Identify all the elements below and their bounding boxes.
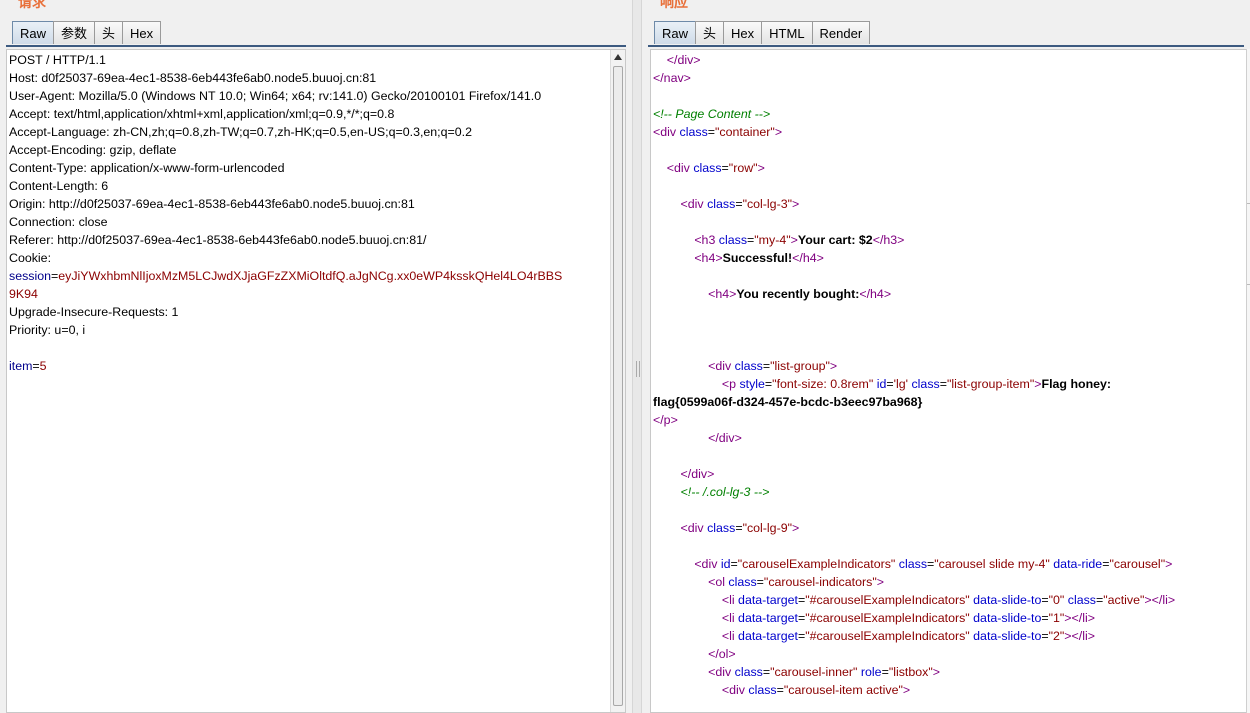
code-line: </nav> — [653, 71, 691, 85]
response-tab-html[interactable]: HTML — [761, 21, 813, 44]
request-line: POST / HTTP/1.1 — [9, 53, 106, 67]
request-line: Priority: u=0, i — [9, 323, 86, 337]
response-pane: 响应 Raw 头 Hex HTML Render </div> </nav> <… — [642, 0, 1250, 713]
code-line: <!-- /.col-lg-3 --> — [680, 485, 770, 499]
request-line: User-Agent: Mozilla/5.0 (Windows NT 10.0… — [9, 89, 542, 103]
code-line: <li data-target="#carouselExampleIndicat… — [721, 611, 1095, 625]
request-line: Content-Length: 6 — [9, 179, 109, 193]
request-line: Upgrade-Insecure-Requests: 1 — [9, 305, 179, 319]
response-tabs-underline — [648, 45, 1244, 47]
request-tab-raw[interactable]: Raw — [12, 21, 55, 44]
flag-line: flag{0599a06f-d324-457e-bcdc-b3eec97ba96… — [653, 393, 1233, 411]
cookie-key: session — [9, 269, 52, 283]
code-line: <div id="carouselExampleIndicators" clas… — [694, 557, 1173, 571]
code-line: <div class="col-lg-9"> — [680, 521, 800, 535]
code-line: </div> — [666, 53, 701, 67]
flag-value: flag{0599a06f-d324-457e-bcdc-b3eec97ba96… — [653, 395, 923, 409]
response-scroll-edge[interactable] — [1246, 49, 1250, 713]
code-line: <div class="container"> — [653, 125, 783, 139]
request-line: Content-Type: application/x-www-form-url… — [9, 161, 285, 175]
code-line: </p> — [653, 413, 678, 427]
code-line: <div class="col-lg-3"> — [680, 197, 800, 211]
body-key: item — [9, 359, 33, 373]
request-title: 请求 — [18, 0, 46, 10]
request-tab-headers[interactable]: 头 — [94, 21, 124, 44]
response-tab-hex[interactable]: Hex — [723, 21, 763, 44]
request-tabs-underline — [6, 45, 626, 47]
response-tabs: Raw 头 Hex HTML Render — [654, 21, 871, 45]
code-line: <p style="font-size: 0.8rem" id='lg' cla… — [721, 377, 1112, 391]
code-line: </div> — [680, 467, 715, 481]
scroll-up-arrow-icon[interactable] — [614, 54, 622, 60]
request-line: Origin: http://d0f25037-69ea-4ec1-8538-6… — [9, 197, 415, 211]
cookie-line: session=eyJiYWxhbmNlIjoxMzM5LCJwdXJjaGFz… — [9, 269, 563, 283]
code-line: </ol> — [708, 647, 736, 661]
code-line: <div class="carousel-item active"> — [721, 683, 911, 697]
code-line: <div class="list-group"> — [708, 359, 838, 373]
response-tab-raw[interactable]: Raw — [654, 21, 697, 44]
code-line: <li data-target="#carouselExampleIndicat… — [721, 593, 1176, 607]
request-tabs: Raw 参数 头 Hex — [12, 21, 162, 45]
code-line: <li data-target="#carouselExampleIndicat… — [721, 629, 1095, 643]
code-line: <!-- Page Content --> — [653, 107, 771, 121]
code-line: <div class="row"> — [666, 161, 765, 175]
request-line: Connection: close — [9, 215, 108, 229]
body-line: item=5 — [9, 359, 47, 373]
response-tab-render[interactable]: Render — [811, 21, 871, 44]
cookie-line-wrap: 9K94 — [9, 285, 609, 303]
request-line: Accept-Encoding: gzip, deflate — [9, 143, 177, 157]
response-title: 响应 — [660, 0, 688, 10]
request-line: Host: d0f25037-69ea-4ec1-8538-6eb443fe6a… — [9, 71, 377, 85]
code-line: <div class="carousel-inner" role="listbo… — [708, 665, 940, 679]
code-line: </div> — [708, 431, 742, 445]
request-scrollbar[interactable] — [610, 50, 625, 712]
body-value: 5 — [39, 359, 47, 373]
code-line: <h4>You recently bought:</h4> — [708, 287, 892, 301]
scroll-thumb[interactable] — [613, 66, 623, 706]
splitter-grip-icon[interactable] — [636, 361, 640, 377]
code-line: <h3 class="my-4">Your cart: $2</h3> — [694, 233, 905, 247]
request-line: Accept-Language: zh-CN,zh;q=0.8,zh-TW;q=… — [9, 125, 472, 139]
request-tab-params[interactable]: 参数 — [53, 21, 96, 44]
cookie-value: eyJiYWxhbmNlIjoxMzM5LCJwdXJjaGFzZXMiOltd… — [58, 269, 563, 283]
request-line: Accept: text/html,application/xhtml+xml,… — [9, 107, 395, 121]
code-line: <ol class="carousel-indicators"> — [708, 575, 884, 589]
pane-splitter[interactable] — [632, 0, 642, 713]
response-tab-headers[interactable]: 头 — [695, 21, 725, 44]
request-tab-hex[interactable]: Hex — [122, 21, 162, 44]
request-line: Cookie: — [9, 251, 52, 265]
request-editor[interactable]: POST / HTTP/1.1 Host: d0f25037-69ea-4ec1… — [6, 49, 626, 713]
request-pane: 请求 Raw 参数 头 Hex POST / HTTP/1.1 Host: d0… — [0, 0, 632, 713]
code-line: <h4>Successful!</h4> — [694, 251, 824, 265]
response-editor[interactable]: </div> </nav> <!-- Page Content --> <div… — [650, 49, 1250, 713]
request-line: Referer: http://d0f25037-69ea-4ec1-8538-… — [9, 233, 427, 247]
cookie-value-wrap: 9K94 — [9, 287, 38, 301]
